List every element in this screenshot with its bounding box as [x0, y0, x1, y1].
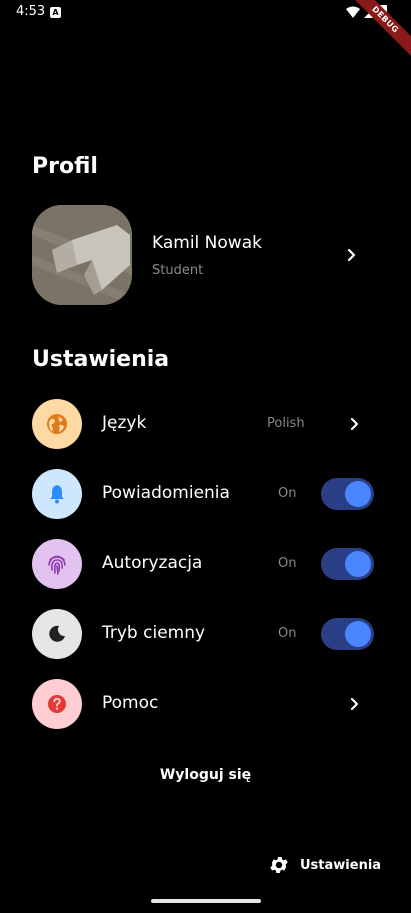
chevron-right-icon[interactable] [350, 697, 360, 711]
setting-notifications[interactable]: Powiadomienia On [32, 469, 377, 521]
fingerprint-icon [32, 539, 82, 589]
setting-label: Tryb ciemny [102, 623, 206, 643]
setting-value: On [278, 626, 297, 641]
settings-button[interactable]: Ustawienia [268, 853, 381, 877]
profile-card[interactable]: Kamil Nowak Student [32, 205, 372, 305]
gear-icon [270, 857, 288, 873]
avatar-photo [32, 205, 132, 305]
globe-icon [32, 399, 82, 449]
help-icon [32, 679, 82, 729]
toggle-knob [345, 551, 371, 577]
profile-role: Student [152, 263, 204, 278]
setting-label: Autoryzacja [102, 553, 203, 573]
setting-label: Pomoc [102, 693, 159, 713]
logout-button[interactable]: Wyloguj się [0, 767, 411, 783]
chevron-right-icon[interactable] [347, 248, 357, 262]
setting-dark-mode[interactable]: Tryb ciemny On [32, 609, 377, 661]
settings-button-label: Ustawienia [300, 857, 382, 873]
home-indicator[interactable] [151, 899, 261, 903]
profile-name: Kamil Nowak [152, 233, 262, 253]
setting-value: Polish [267, 416, 305, 431]
bell-icon [32, 469, 82, 519]
setting-value: On [278, 556, 297, 571]
notification-a-icon: A [50, 7, 61, 18]
setting-value: On [278, 486, 297, 501]
avatar [32, 205, 132, 305]
notifications-toggle[interactable] [321, 478, 374, 510]
setting-authorization[interactable]: Autoryzacja On [32, 539, 377, 591]
chevron-right-icon[interactable] [350, 417, 360, 431]
toggle-knob [345, 621, 371, 647]
status-time: 4:53 [16, 4, 46, 19]
moon-icon [32, 609, 82, 659]
profile-section-title: Profil [32, 154, 98, 179]
dark-mode-toggle[interactable] [321, 618, 374, 650]
toggle-knob [345, 481, 371, 507]
setting-language[interactable]: Język Polish [32, 399, 377, 451]
settings-section-title: Ustawienia [32, 347, 170, 372]
setting-label: Język [102, 413, 147, 433]
debug-banner: DEBUG [341, 0, 411, 70]
setting-label: Powiadomienia [102, 483, 230, 503]
authorization-toggle[interactable] [321, 548, 374, 580]
setting-help[interactable]: Pomoc [32, 679, 377, 731]
debug-label: DEBUG [344, 0, 411, 61]
